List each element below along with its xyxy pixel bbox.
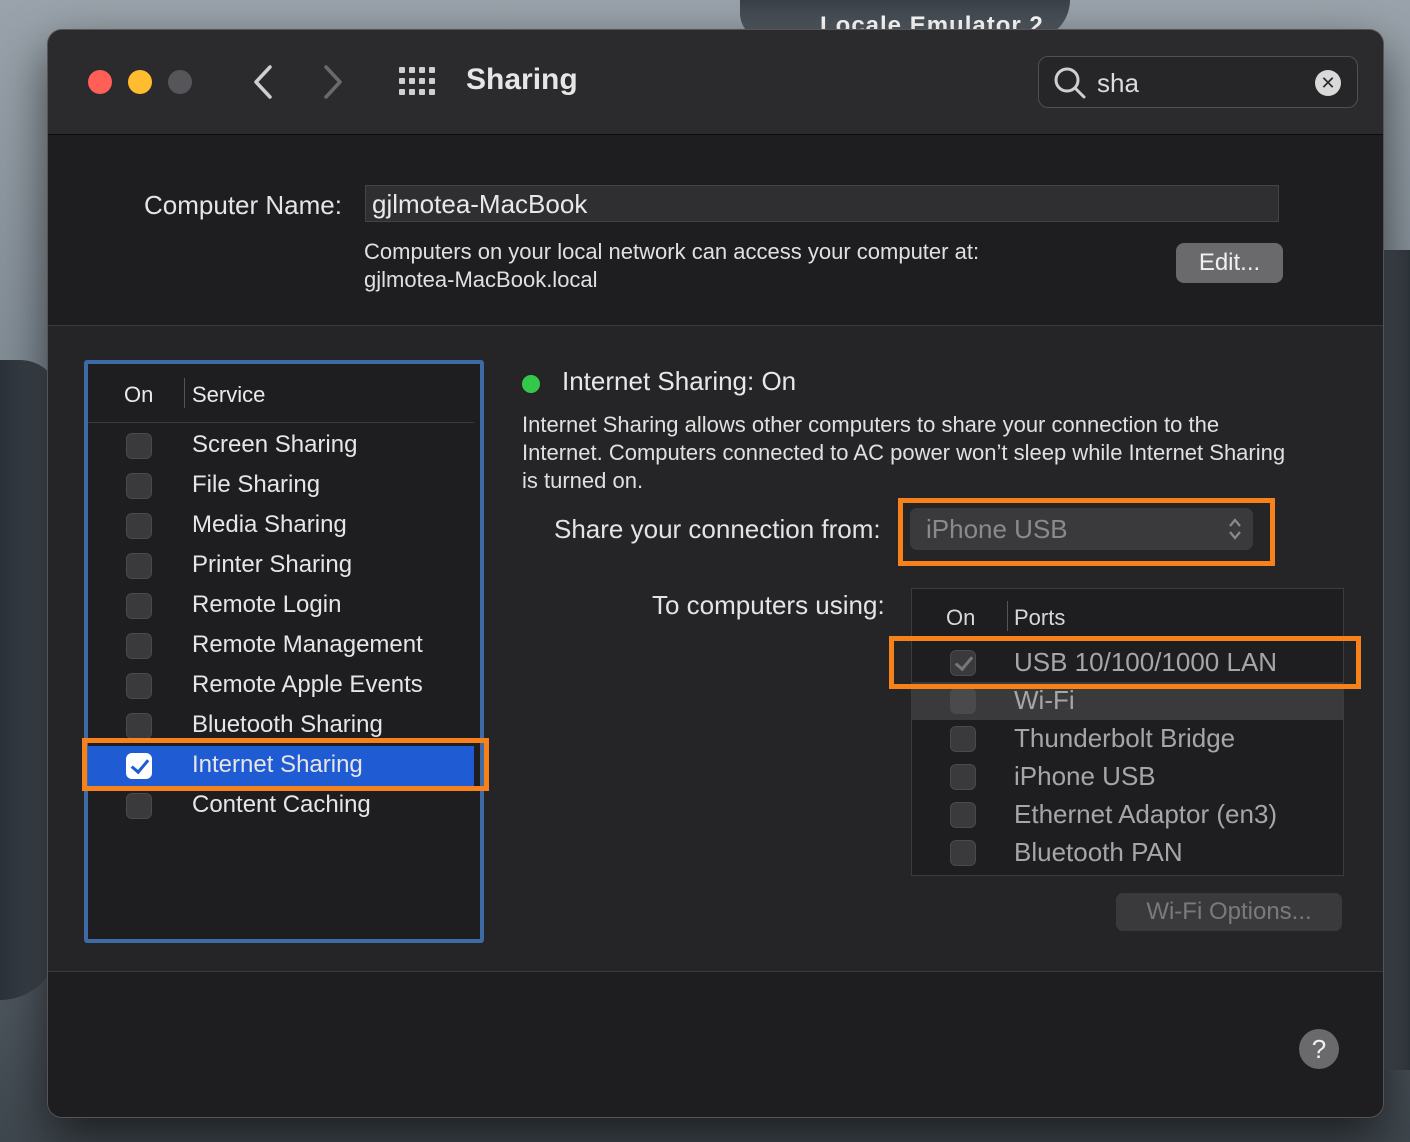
service-checkbox[interactable] [126,713,152,739]
edit-hostname-button[interactable]: Edit... [1176,243,1283,283]
service-checkbox[interactable] [126,633,152,659]
service-checkbox-checked[interactable] [126,753,152,779]
zoom-window-button[interactable] [168,70,192,94]
minimize-window-button[interactable] [128,70,152,94]
service-row-screen-sharing[interactable]: Screen Sharing [88,426,474,466]
service-row-media-sharing[interactable]: Media Sharing [88,506,474,546]
port-checkbox[interactable] [950,840,976,866]
share-from-value: iPhone USB [926,514,1068,544]
port-checkbox[interactable] [950,688,976,714]
port-label: USB 10/100/1000 LAN [1014,647,1278,677]
service-label: Remote Login [192,591,342,618]
service-row-file-sharing[interactable]: File Sharing [88,466,474,506]
service-list: On Service Screen Sharing File Sharing M… [84,360,484,943]
service-label: Remote Management [192,631,423,658]
port-label: Thunderbolt Bridge [1014,723,1236,753]
service-row-remote-management[interactable]: Remote Management [88,626,474,666]
column-divider [1007,601,1008,631]
port-checkbox-checked[interactable] [950,650,976,676]
service-checkbox[interactable] [126,513,152,539]
service-description: Internet Sharing allows other computers … [522,412,1286,493]
service-checkbox[interactable] [126,553,152,579]
ports-header-on[interactable]: On [946,605,975,631]
service-label: Printer Sharing [192,551,353,578]
computer-name-label: Computer Name: [144,190,342,220]
sharing-window: Sharing sha ✕ Computer Name: gjlmotea-Ma… [48,30,1383,1117]
column-divider [184,378,185,408]
computer-name-field[interactable]: gjlmotea-MacBook [365,185,1279,222]
service-row-internet-sharing[interactable]: Internet Sharing [88,746,474,786]
port-row-bluetooth-pan[interactable]: Bluetooth PAN [912,834,1343,872]
service-label: Media Sharing [192,511,347,538]
port-row-ethernet-adaptor[interactable]: Ethernet Adaptor (en3) [912,796,1343,834]
service-row-remote-apple-events[interactable]: Remote Apple Events [88,666,474,706]
service-label: Bluetooth Sharing [192,711,383,738]
service-checkbox[interactable] [126,673,152,699]
share-from-popup[interactable]: iPhone USB [910,508,1253,550]
port-label: Bluetooth PAN [1014,837,1183,867]
port-row-wifi[interactable]: Wi-Fi [912,682,1343,720]
sharing-panel: On Service Screen Sharing File Sharing M… [48,325,1383,972]
service-label: Screen Sharing [192,431,358,458]
ports-list: On Ports USB 10/100/1000 LAN Wi-Fi Thund… [911,588,1344,876]
service-status: Internet Sharing: On [562,366,797,396]
local-address-text: Computers on your local network can acce… [364,238,1064,294]
service-checkbox[interactable] [126,433,152,459]
share-from-label: Share your connection from: [554,514,881,544]
help-button[interactable]: ? [1299,1029,1339,1069]
to-computers-label: To computers using: [652,590,885,620]
service-list-header: On Service [88,364,474,423]
port-row-iphone-usb[interactable]: iPhone USB [912,758,1343,796]
port-checkbox[interactable] [950,802,976,828]
access-description: Computers on your local network can acce… [364,239,980,264]
wifi-options-button[interactable]: Wi-Fi Options... [1116,893,1342,931]
service-label: Remote Apple Events [192,671,423,698]
port-label: Ethernet Adaptor (en3) [1014,799,1278,829]
port-row-thunderbolt-bridge[interactable]: Thunderbolt Bridge [912,720,1343,758]
show-all-grid-icon[interactable] [399,67,437,97]
service-checkbox[interactable] [126,593,152,619]
port-checkbox[interactable] [950,764,976,790]
status-indicator-icon [522,375,540,393]
service-row-bluetooth-sharing[interactable]: Bluetooth Sharing [88,706,474,746]
ports-header-ports[interactable]: Ports [1014,605,1065,631]
local-hostname: gjlmotea-MacBook.local [364,267,598,292]
search-field[interactable]: sha ✕ [1038,56,1358,108]
port-checkbox[interactable] [950,726,976,752]
service-checkbox[interactable] [126,793,152,819]
service-checkbox[interactable] [126,473,152,499]
search-icon [1054,67,1086,99]
service-row-remote-login[interactable]: Remote Login [88,586,474,626]
window-title: Sharing [466,63,578,96]
column-header-service[interactable]: Service [192,382,265,408]
chevron-left-icon[interactable] [248,63,278,101]
updown-arrows-icon [1229,518,1241,540]
service-row-content-caching[interactable]: Content Caching [88,786,474,826]
clear-search-icon[interactable]: ✕ [1315,70,1341,96]
service-label: Internet Sharing [192,751,363,778]
service-row-printer-sharing[interactable]: Printer Sharing [88,546,474,586]
search-input[interactable]: sha [1097,68,1139,99]
chevron-right-icon[interactable] [318,63,348,101]
service-label: Content Caching [192,791,371,818]
port-label: iPhone USB [1014,761,1156,791]
port-label: Wi-Fi [1014,685,1075,715]
content-area: Computer Name: gjlmotea-MacBook Computer… [48,135,1383,1117]
column-header-on[interactable]: On [124,382,153,408]
titlebar: Sharing sha ✕ [48,30,1383,135]
close-window-button[interactable] [88,70,112,94]
service-label: File Sharing [192,471,321,498]
port-row-usb-lan[interactable]: USB 10/100/1000 LAN [912,644,1343,682]
